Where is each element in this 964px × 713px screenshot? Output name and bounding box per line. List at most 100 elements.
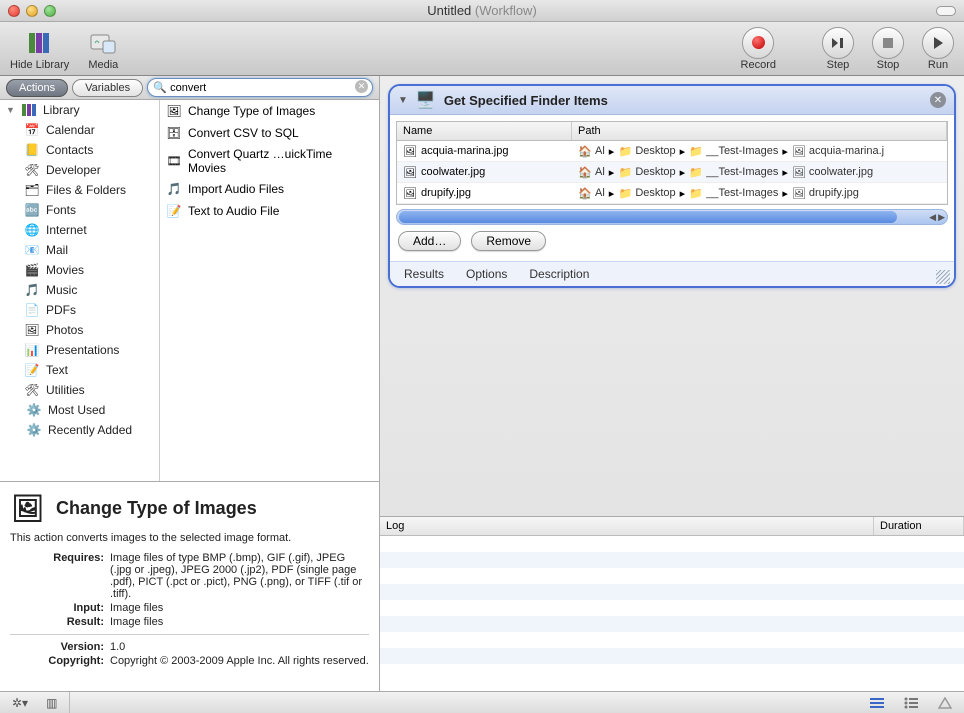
step-icon	[822, 27, 854, 59]
library-most-used[interactable]: ⚙️Most Used	[0, 400, 159, 420]
result-item[interactable]: 🎵Import Audio Files	[160, 178, 379, 200]
copyright-value: Copyright © 2003-2009 Apple Inc. All rig…	[110, 655, 369, 667]
folder-icon: 📁	[618, 144, 632, 158]
action-results-list[interactable]: 🖼Change Type of Images 🗄Convert CSV to S…	[160, 100, 379, 481]
search-field: 🔍 ✕	[147, 78, 373, 98]
resize-grip[interactable]	[936, 270, 950, 284]
library-item-utilities[interactable]: 🛠Utilities	[0, 380, 159, 400]
internet-icon: 🌐	[24, 222, 40, 238]
clear-search-button[interactable]: ✕	[355, 80, 368, 93]
tab-actions[interactable]: Actions	[6, 79, 68, 97]
home-icon: 🏠	[578, 144, 592, 158]
remove-action-button[interactable]: ✕	[930, 92, 946, 108]
action-header[interactable]: ▼ 🖥️ Get Specified Finder Items ✕	[390, 86, 954, 115]
preview-app-icon: 🖼	[10, 490, 46, 526]
view-warnings-button[interactable]	[934, 697, 956, 709]
workflow-scroll[interactable]: ▼ 🖥️ Get Specified Finder Items ✕ Name P…	[380, 76, 964, 516]
remove-button[interactable]: Remove	[471, 231, 546, 251]
log-column-header[interactable]: Log	[380, 517, 874, 535]
add-button[interactable]: Add…	[398, 231, 461, 251]
files-folders-icon: 🗂	[24, 182, 40, 198]
library-item-developer[interactable]: 🛠Developer	[0, 160, 159, 180]
library-item-pdfs[interactable]: 📄PDFs	[0, 300, 159, 320]
library-item-presentations[interactable]: 📊Presentations	[0, 340, 159, 360]
library-item-files-folders[interactable]: 🗂Files & Folders	[0, 180, 159, 200]
window-title: Untitled (Workflow)	[0, 3, 964, 18]
result-item[interactable]: 📝Text to Audio File	[160, 200, 379, 222]
view-list-button[interactable]	[866, 697, 888, 709]
tab-variables[interactable]: Variables	[72, 79, 143, 97]
hide-library-button[interactable]: Hide Library	[10, 27, 69, 71]
version-label: Version:	[10, 641, 110, 653]
disclosure-triangle-icon[interactable]: ▼	[398, 95, 408, 106]
search-input[interactable]	[147, 78, 373, 97]
table-row[interactable]: 🖼drupify.jpg 🏠Al▸ 📁Desktop▸ 📁__Test-Imag…	[397, 183, 947, 204]
folder-icon: 📁	[689, 144, 703, 158]
library-item-text[interactable]: 📝Text	[0, 360, 159, 380]
footer-options[interactable]: Options	[466, 267, 507, 281]
run-label: Run	[928, 59, 948, 71]
result-item[interactable]: 🖼Change Type of Images	[160, 100, 379, 122]
library-root[interactable]: ▼ Library	[0, 100, 159, 120]
image-file-icon: 🖼	[403, 144, 417, 158]
table-row[interactable]: 🖼acquia-marina.jpg 🏠Al▸ 📁Desktop▸ 📁__Tes…	[397, 141, 947, 162]
action-menu-button[interactable]: ✲▾	[8, 696, 32, 710]
step-button[interactable]: Step	[822, 27, 854, 71]
disclosure-triangle-icon[interactable]: ▼	[6, 105, 15, 115]
titlebar: Untitled (Workflow)	[0, 0, 964, 22]
fonts-icon: 🔤	[24, 202, 40, 218]
library-item-fonts[interactable]: 🔤Fonts	[0, 200, 159, 220]
image-file-icon: 🖼	[403, 186, 417, 200]
media-icon	[87, 27, 119, 59]
input-label: Input:	[10, 602, 110, 614]
view-bullets-button[interactable]	[900, 697, 922, 709]
record-button[interactable]: Record	[741, 27, 776, 71]
log-area: Log Duration	[380, 516, 964, 691]
home-icon: 🏠	[578, 186, 592, 200]
library-item-calendar[interactable]: 📅Calendar	[0, 120, 159, 140]
hide-library-label: Hide Library	[10, 59, 69, 71]
library-recently-added[interactable]: ⚙️Recently Added	[0, 420, 159, 440]
media-button[interactable]: Media	[87, 27, 119, 71]
detail-description: This action converts images to the selec…	[10, 532, 369, 544]
stop-button[interactable]: Stop	[872, 27, 904, 71]
footer-results[interactable]: Results	[404, 267, 444, 281]
run-button[interactable]: Run	[922, 27, 954, 71]
toolbar-pill-button[interactable]	[936, 6, 956, 16]
library-item-music[interactable]: 🎵Music	[0, 280, 159, 300]
library-item-mail[interactable]: 📧Mail	[0, 240, 159, 260]
utilities-icon: 🛠	[24, 382, 40, 398]
image-file-icon: 🖼	[792, 144, 806, 158]
result-item[interactable]: 🗄Convert CSV to SQL	[160, 122, 379, 144]
library-root-label: Library	[43, 103, 80, 117]
table-header: Name Path	[397, 122, 947, 141]
table-row[interactable]: 🖼coolwater.jpg 🏠Al▸ 📁Desktop▸ 📁__Test-Im…	[397, 162, 947, 183]
play-icon	[922, 27, 954, 59]
input-value: Image files	[110, 602, 369, 614]
result-item[interactable]: 🎞Convert Quartz …uickTime Movies	[160, 144, 379, 178]
library-item-photos[interactable]: 🖼Photos	[0, 320, 159, 340]
col-name-header[interactable]: Name	[397, 122, 572, 140]
duration-column-header[interactable]: Duration	[874, 517, 964, 535]
library-list[interactable]: ▼ Library 📅Calendar 📒Contacts 🛠Developer…	[0, 100, 160, 481]
stop-icon	[872, 27, 904, 59]
result-label: Result:	[10, 616, 110, 628]
toolbar: Hide Library Media Record Step Stop Run	[0, 22, 964, 76]
library-item-internet[interactable]: 🌐Internet	[0, 220, 159, 240]
record-icon	[752, 36, 765, 49]
library-item-contacts[interactable]: 📒Contacts	[0, 140, 159, 160]
library-icon	[24, 27, 56, 59]
step-label: Step	[827, 59, 850, 71]
finder-icon: 🖥️	[416, 90, 436, 110]
file-table: Name Path 🖼acquia-marina.jpg 🏠Al▸ 📁Deskt…	[396, 121, 948, 205]
result-value: Image files	[110, 616, 369, 628]
library-icon	[21, 102, 37, 118]
library-item-movies[interactable]: 🎬Movies	[0, 260, 159, 280]
folder-icon: 📁	[689, 165, 703, 179]
horizontal-scrollbar[interactable]: ◀▶	[396, 209, 948, 225]
developer-icon: 🛠	[24, 162, 40, 178]
version-value: 1.0	[110, 641, 369, 653]
toggle-pane-button[interactable]: ▥	[42, 696, 61, 710]
col-path-header[interactable]: Path	[572, 122, 947, 140]
footer-description[interactable]: Description	[529, 267, 589, 281]
